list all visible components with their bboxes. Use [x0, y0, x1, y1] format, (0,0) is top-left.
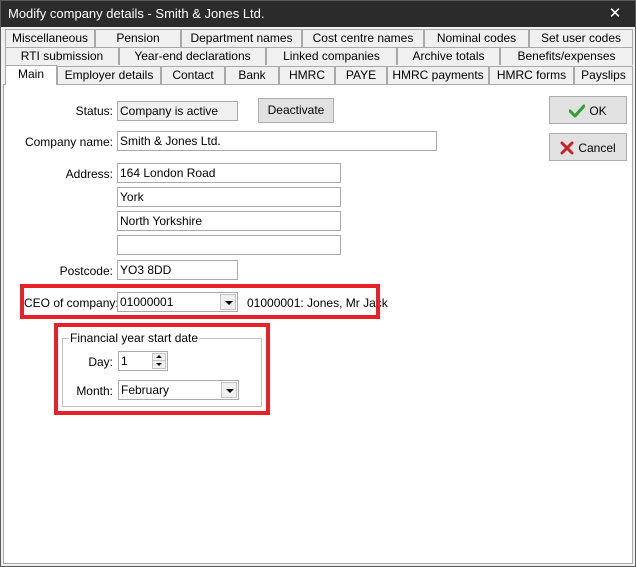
tab-bank[interactable]: Bank: [225, 66, 279, 84]
day-spinner[interactable]: 1: [118, 351, 168, 371]
tab-hmrc-payments[interactable]: HMRC payments: [387, 66, 489, 84]
tab-label: Nominal codes: [436, 31, 517, 45]
spin-down-icon[interactable]: [153, 361, 165, 368]
postcode-input[interactable]: YO3 8DD: [117, 260, 238, 280]
address-label: Address:: [65, 167, 113, 181]
tab-label: Contact: [172, 68, 214, 82]
month-combobox[interactable]: February: [118, 380, 239, 400]
tab-label: PAYE: [345, 68, 377, 82]
tab-label: Department names: [190, 31, 293, 45]
main-tab-panel: Status: Company is active Deactivate Com…: [3, 84, 633, 564]
cancel-button[interactable]: Cancel: [549, 133, 627, 161]
tab-label: Bank: [238, 68, 266, 82]
company-name-label: Company name:: [24, 135, 113, 149]
company-name-input[interactable]: Smith & Jones Ltd.: [117, 131, 437, 151]
chevron-down-icon[interactable]: [221, 382, 237, 398]
tab-label: RTI submission: [20, 49, 104, 63]
financial-year-group: Financial year start date Day: 1 Month: …: [62, 331, 262, 407]
tab-label: Pension: [116, 31, 160, 45]
day-value: 1: [121, 354, 128, 368]
tab-label: Miscellaneous: [11, 31, 89, 45]
tab-benefits-expenses[interactable]: Benefits/expenses: [500, 47, 633, 65]
tab-label: Main: [17, 67, 44, 81]
spinner-arrows-icon[interactable]: [152, 353, 166, 369]
cancel-label: Cancel: [578, 140, 616, 155]
tab-set-user-codes[interactable]: Set user codes: [529, 29, 633, 47]
tab-contact[interactable]: Contact: [161, 66, 225, 84]
modify-company-dialog: Modify company details - Smith & Jones L…: [0, 0, 636, 567]
tab-year-end-declarations[interactable]: Year-end declarations: [119, 47, 266, 65]
month-label: Month:: [76, 384, 113, 398]
tab-department-names[interactable]: Department names: [181, 29, 302, 47]
tab-label: Archive totals: [412, 49, 485, 63]
checkmark-icon: [569, 104, 586, 118]
ceo-description: 01000001: Jones, Mr Jack: [247, 296, 388, 310]
status-field: Company is active: [117, 101, 238, 121]
day-label: Day:: [88, 355, 113, 369]
tab-label: Year-end declarations: [134, 49, 251, 63]
postcode-label: Postcode:: [59, 264, 113, 278]
spin-up-icon[interactable]: [153, 354, 165, 361]
tab-label: Employer details: [64, 68, 154, 82]
tab-hmrc[interactable]: HMRC: [279, 66, 335, 84]
address-line-4-input[interactable]: [117, 235, 341, 255]
address-line-2-input[interactable]: York: [117, 187, 341, 207]
financial-year-legend: Financial year start date: [69, 331, 200, 345]
month-value: February: [121, 383, 170, 397]
tab-label: Payslips: [581, 68, 626, 82]
tab-linked-companies[interactable]: Linked companies: [266, 47, 397, 65]
tab-label: Linked companies: [283, 49, 380, 63]
status-label: Status:: [75, 104, 113, 118]
ok-label: OK: [589, 103, 607, 118]
tab-cost-centre-names[interactable]: Cost centre names: [302, 29, 424, 47]
ok-button[interactable]: OK: [549, 96, 627, 124]
tab-miscellaneous[interactable]: Miscellaneous: [5, 29, 95, 47]
cancel-x-icon: [560, 141, 574, 155]
tab-archive-totals[interactable]: Archive totals: [397, 47, 500, 65]
window-title: Modify company details - Smith & Jones L…: [8, 6, 265, 21]
tab-label: Set user codes: [540, 31, 622, 45]
tab-label: Cost centre names: [312, 31, 414, 45]
tab-pension[interactable]: Pension: [95, 29, 181, 47]
ceo-combobox[interactable]: 01000001: [117, 292, 238, 312]
tab-main[interactable]: Main: [5, 65, 57, 85]
address-line-3-input[interactable]: North Yorkshire: [117, 211, 341, 231]
tab-payslips[interactable]: Payslips: [574, 66, 633, 84]
close-icon[interactable]: ✕: [595, 1, 635, 27]
tab-nominal-codes[interactable]: Nominal codes: [424, 29, 529, 47]
tab-rti-submission[interactable]: RTI submission: [5, 47, 119, 65]
deactivate-button[interactable]: Deactivate: [258, 98, 334, 123]
tab-label: HMRC payments: [392, 68, 484, 82]
tab-label: Benefits/expenses: [517, 49, 616, 63]
title-bar: Modify company details - Smith & Jones L…: [1, 1, 635, 27]
tab-paye[interactable]: PAYE: [335, 66, 387, 84]
tab-label: HMRC: [289, 68, 325, 82]
tab-employer-details[interactable]: Employer details: [57, 66, 161, 84]
address-line-1-input[interactable]: 164 London Road: [117, 163, 341, 183]
ceo-label: CEO of company:: [24, 296, 119, 310]
tab-strip: Miscellaneous Pension Department names C…: [3, 29, 633, 85]
tab-hmrc-forms[interactable]: HMRC forms: [489, 66, 574, 84]
chevron-down-icon[interactable]: [220, 294, 236, 310]
tab-label: HMRC forms: [496, 68, 567, 82]
ceo-value: 01000001: [120, 295, 174, 309]
